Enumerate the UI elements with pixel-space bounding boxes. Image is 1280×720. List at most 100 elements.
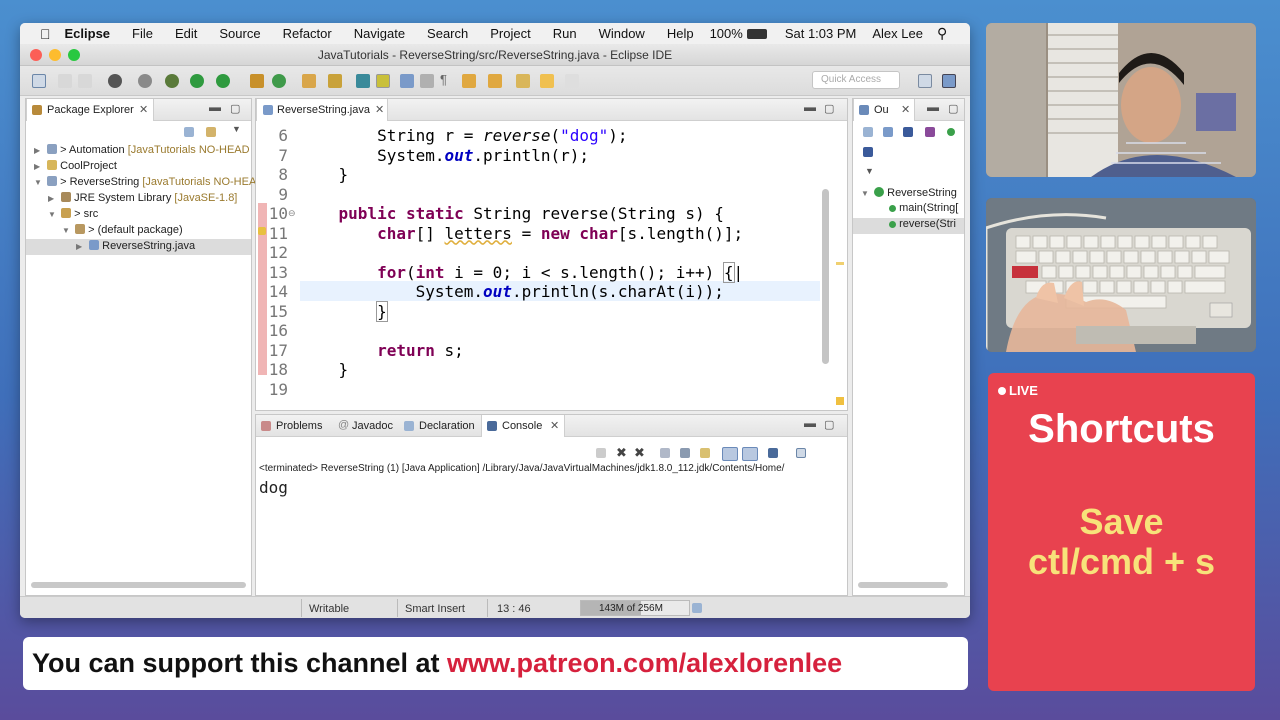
pin-console-icon[interactable] bbox=[742, 447, 758, 461]
tree-item-src[interactable]: ▼ > src bbox=[48, 207, 98, 223]
collapse-icon[interactable]: ▼ bbox=[34, 178, 44, 187]
menu-window[interactable]: Window bbox=[599, 26, 645, 41]
expand-icon[interactable]: ▶ bbox=[48, 194, 58, 203]
collapse-all-icon[interactable] bbox=[184, 127, 194, 137]
app-menu[interactable]: Eclipse bbox=[65, 26, 111, 41]
hide-static-icon[interactable] bbox=[925, 127, 935, 137]
tab-problems[interactable]: Problems bbox=[256, 415, 328, 437]
outline-method-item[interactable]: main(String[ bbox=[889, 202, 958, 218]
expand-icon[interactable]: ▶ bbox=[34, 162, 44, 171]
tree-item-reversestring-java[interactable]: ▶ ReverseString.java bbox=[26, 239, 251, 255]
apple-icon[interactable]:  bbox=[40, 26, 51, 42]
tab-outline[interactable]: Ou ✕ bbox=[853, 99, 915, 121]
link-editor-icon[interactable] bbox=[206, 127, 216, 137]
expand-icon[interactable]: ▶ bbox=[76, 242, 86, 251]
remove-launch-icon[interactable]: ✖ bbox=[616, 445, 627, 461]
run-external-icon[interactable] bbox=[216, 74, 230, 88]
next-annotation-icon[interactable] bbox=[462, 74, 476, 88]
collapse-icon[interactable]: ▼ bbox=[861, 189, 871, 198]
battery-icon[interactable] bbox=[746, 28, 767, 39]
scroll-lock-icon[interactable] bbox=[680, 448, 690, 458]
save-all-icon[interactable] bbox=[78, 74, 92, 88]
fold-icon[interactable]: ⊖ bbox=[288, 208, 296, 219]
menu-project[interactable]: Project bbox=[490, 26, 530, 41]
bug-icon[interactable] bbox=[165, 74, 179, 88]
close-tab-icon[interactable]: ✕ bbox=[901, 103, 910, 116]
tab-reversestring-java[interactable]: ReverseString.java ✕ bbox=[256, 99, 388, 121]
maximize-view-icon[interactable]: ▢ bbox=[948, 102, 958, 115]
minimize-view-icon[interactable]: ▬ bbox=[927, 100, 939, 114]
new-icon[interactable] bbox=[32, 74, 46, 88]
last-edit-icon[interactable] bbox=[516, 74, 530, 88]
tree-item-default-package[interactable]: ▼ > (default package) bbox=[62, 223, 183, 239]
tree-item-coolproject[interactable]: ▶ CoolProject bbox=[34, 159, 117, 175]
open-type-icon[interactable] bbox=[302, 74, 316, 88]
clock[interactable]: Sat 1:03 PM bbox=[785, 26, 857, 41]
prev-annotation-icon[interactable] bbox=[488, 74, 502, 88]
collapse-icon[interactable]: ▼ bbox=[48, 210, 58, 219]
run-icon[interactable] bbox=[190, 74, 204, 88]
open-console-icon[interactable] bbox=[796, 448, 806, 458]
close-tab-icon[interactable]: ✕ bbox=[139, 103, 148, 116]
tree-item-jre-library[interactable]: ▶ JRE System Library [JavaSE-1.8] bbox=[48, 191, 237, 207]
menu-navigate[interactable]: Navigate bbox=[354, 26, 405, 41]
task-icon[interactable] bbox=[356, 74, 370, 88]
maximize-view-icon[interactable]: ▢ bbox=[230, 102, 240, 115]
horizontal-scrollbar[interactable] bbox=[858, 582, 948, 588]
garbage-collect-icon[interactable] bbox=[692, 603, 702, 613]
remove-all-launches-icon[interactable]: ✖ bbox=[634, 445, 645, 461]
java-perspective-icon[interactable] bbox=[942, 74, 956, 88]
console-output[interactable]: dog bbox=[259, 478, 288, 497]
view-menu-icon[interactable]: ▼ bbox=[865, 166, 874, 176]
mark-occurrences-icon[interactable] bbox=[376, 74, 390, 88]
tree-item-reversestring[interactable]: ▼ > ReverseString [JavaTutorials NO-HEA bbox=[34, 175, 256, 191]
menu-refactor[interactable]: Refactor bbox=[283, 26, 332, 41]
show-stderr-icon[interactable] bbox=[722, 447, 738, 461]
hide-nonpublic-icon[interactable] bbox=[947, 128, 955, 136]
code-area[interactable]: String r = reverse("dog"); System.out.pr… bbox=[300, 126, 820, 406]
menu-help[interactable]: Help bbox=[667, 26, 694, 41]
close-tab-icon[interactable]: ✕ bbox=[375, 103, 384, 116]
display-console-icon[interactable] bbox=[768, 448, 778, 458]
terminate-icon[interactable] bbox=[596, 448, 606, 458]
sort-icon[interactable] bbox=[883, 127, 893, 137]
outline-method-item[interactable]: reverse(Stri bbox=[853, 218, 964, 234]
close-tab-icon[interactable]: ✕ bbox=[550, 419, 559, 432]
maximize-view-icon[interactable]: ▢ bbox=[824, 102, 834, 115]
tree-item-automation[interactable]: ▶ > Automation [JavaTutorials NO-HEAD bbox=[34, 143, 250, 159]
tab-javadoc[interactable]: @ Javadoc bbox=[332, 415, 399, 437]
maximize-view-icon[interactable]: ▢ bbox=[824, 418, 834, 431]
forward-icon[interactable] bbox=[565, 74, 579, 88]
warning-icon[interactable] bbox=[258, 227, 266, 235]
debug-icon[interactable] bbox=[138, 74, 152, 88]
menu-search[interactable]: Search bbox=[427, 26, 468, 41]
spotlight-search-icon[interactable]: ⚲ bbox=[937, 25, 947, 42]
hide-fields-icon[interactable] bbox=[903, 127, 913, 137]
heap-status[interactable]: 143M of 256M bbox=[580, 600, 690, 616]
new-java-project-icon[interactable] bbox=[250, 74, 264, 88]
tab-package-explorer[interactable]: Package Explorer ✕ bbox=[26, 99, 154, 121]
minimize-view-icon[interactable]: ▬ bbox=[804, 100, 816, 114]
minimize-view-icon[interactable]: ▬ bbox=[209, 100, 221, 114]
user-name[interactable]: Alex Lee bbox=[872, 26, 923, 41]
collapse-all-icon[interactable] bbox=[863, 127, 873, 137]
menu-file[interactable]: File bbox=[132, 26, 153, 41]
skip-breakpoints-icon[interactable] bbox=[108, 74, 122, 88]
horizontal-scrollbar[interactable] bbox=[31, 582, 246, 588]
vertical-scrollbar[interactable] bbox=[822, 189, 829, 364]
expand-icon[interactable]: ▶ bbox=[34, 146, 44, 155]
new-class-icon[interactable] bbox=[272, 74, 286, 88]
open-perspective-icon[interactable] bbox=[918, 74, 932, 88]
show-stdout-icon[interactable] bbox=[700, 448, 710, 458]
save-icon[interactable] bbox=[58, 74, 72, 88]
tab-console[interactable]: Console ✕ bbox=[481, 415, 565, 437]
quick-access-input[interactable]: Quick Access bbox=[812, 71, 900, 89]
back-icon[interactable] bbox=[540, 74, 554, 88]
menu-source[interactable]: Source bbox=[219, 26, 260, 41]
minimize-view-icon[interactable]: ▬ bbox=[804, 416, 816, 430]
menu-edit[interactable]: Edit bbox=[175, 26, 197, 41]
view-menu-icon[interactable]: ▼ bbox=[232, 124, 241, 134]
menu-run[interactable]: Run bbox=[553, 26, 577, 41]
word-wrap-icon[interactable] bbox=[420, 74, 434, 88]
show-whitespace-icon[interactable]: ¶ bbox=[440, 72, 454, 87]
